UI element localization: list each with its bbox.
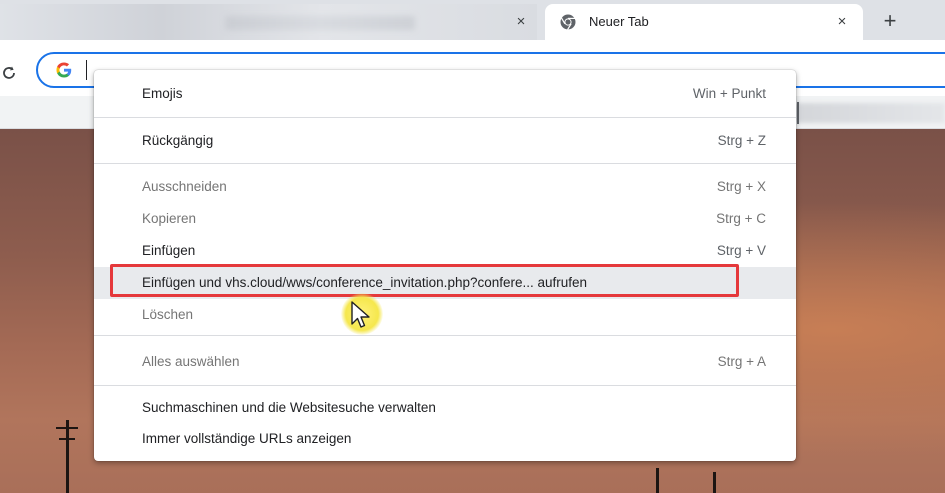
menu-item-select-all[interactable]: Alles auswählen Strg + A xyxy=(94,346,796,378)
context-menu: Emojis Win + Punkt Rückgängig Strg + Z A… xyxy=(94,70,796,461)
menu-item-shortcut: Strg + C xyxy=(716,211,766,226)
tab-inactive[interactable] xyxy=(0,4,537,40)
menu-item-label: Alles auswählen xyxy=(142,354,240,369)
menu-item-shortcut: Win + Punkt xyxy=(692,86,766,101)
new-tab-icon[interactable]: + xyxy=(876,10,904,34)
tab-active[interactable]: Neuer Tab xyxy=(545,4,863,40)
menu-item-shortcut: Strg + X xyxy=(716,179,766,194)
antenna-silhouette xyxy=(56,427,78,429)
bookmark-separator xyxy=(797,102,799,124)
menu-item-undo[interactable]: Rückgängig Strg + Z xyxy=(94,125,796,157)
menu-item-shortcut: Strg + Z xyxy=(717,133,766,148)
menu-separator xyxy=(94,163,796,164)
reload-icon[interactable] xyxy=(0,64,18,82)
menu-item-paste[interactable]: Einfügen Strg + V xyxy=(94,235,796,267)
blurred-bookmarks xyxy=(790,103,945,123)
menu-item-shortcut: Strg + V xyxy=(716,243,766,258)
close-icon[interactable]: × xyxy=(834,14,850,30)
menu-item-label: Einfügen und vhs.cloud/wws/conference_in… xyxy=(142,275,588,290)
menu-item-delete[interactable]: Löschen xyxy=(94,299,796,331)
antenna-silhouette xyxy=(713,472,716,493)
menu-separator xyxy=(94,335,796,336)
menu-separator xyxy=(94,117,796,118)
menu-item-paste-and-go[interactable]: Einfügen und vhs.cloud/wws/conference_in… xyxy=(94,267,796,299)
menu-item-label: Rückgängig xyxy=(142,133,214,148)
close-icon[interactable]: × xyxy=(513,14,529,30)
tab-title: Neuer Tab xyxy=(589,14,649,29)
menu-item-label: Emojis xyxy=(142,86,183,101)
menu-item-manage-search-engines[interactable]: Suchmaschinen und die Websitesuche verwa… xyxy=(94,392,796,424)
menu-item-label: Suchmaschinen und die Websitesuche verwa… xyxy=(142,400,436,415)
menu-item-label: Ausschneiden xyxy=(142,179,227,194)
google-g-icon xyxy=(56,62,72,78)
menu-item-copy[interactable]: Kopieren Strg + C xyxy=(94,203,796,235)
menu-separator xyxy=(94,385,796,386)
mouse-cursor-icon xyxy=(351,301,370,328)
menu-item-emojis[interactable]: Emojis Win + Punkt xyxy=(94,78,796,110)
menu-item-label: Einfügen xyxy=(142,243,196,258)
menu-item-label: Kopieren xyxy=(142,211,197,226)
menu-item-cut[interactable]: Ausschneiden Strg + X xyxy=(94,171,796,203)
chrome-favicon-icon xyxy=(560,14,576,30)
menu-item-show-full-urls[interactable]: Immer vollständige URLs anzeigen xyxy=(94,423,796,455)
menu-item-shortcut: Strg + A xyxy=(717,354,766,369)
blurred-tab-title xyxy=(225,16,415,30)
antenna-silhouette xyxy=(66,420,69,493)
text-caret xyxy=(86,60,87,80)
antenna-silhouette xyxy=(59,438,75,440)
menu-item-label: Immer vollständige URLs anzeigen xyxy=(142,431,352,446)
antenna-silhouette xyxy=(656,468,659,493)
menu-item-label: Löschen xyxy=(142,307,194,322)
